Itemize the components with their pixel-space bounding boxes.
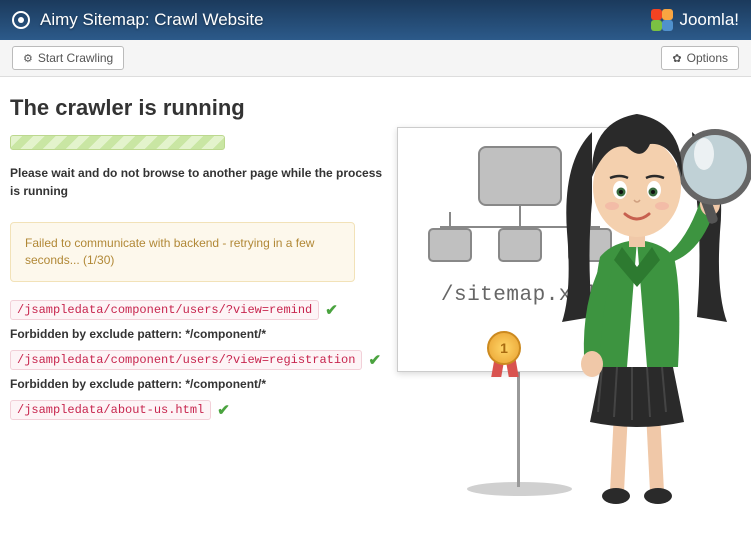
check-icon: ✔	[217, 401, 230, 419]
sitemap-icon: ⚙	[23, 52, 33, 65]
forbidden-prefix: Forbidden by exclude pattern:	[10, 377, 185, 391]
medal-rank: 1	[500, 340, 508, 356]
toolbar: ⚙ Start Crawling ✿ Options	[0, 40, 751, 77]
start-crawling-label: Start Crawling	[38, 51, 113, 65]
options-button[interactable]: ✿ Options	[661, 46, 739, 70]
gear-icon: ✿	[672, 52, 681, 65]
page-title: Aimy Sitemap: Crawl Website	[40, 10, 264, 30]
start-crawling-button[interactable]: ⚙ Start Crawling	[12, 46, 124, 70]
character-illustration	[532, 92, 751, 512]
joomla-logo: Joomla!	[651, 9, 739, 31]
alert-text: Failed to communicate with backend - ret…	[25, 236, 314, 267]
url-box: /jsampledata/component/users/?view=regis…	[10, 350, 362, 370]
forbidden-prefix: Forbidden by exclude pattern:	[10, 327, 185, 341]
url-box: /jsampledata/about-us.html	[10, 400, 211, 420]
check-icon: ✔	[368, 351, 381, 369]
check-icon: ✔	[325, 301, 338, 319]
header-left: Aimy Sitemap: Crawl Website	[12, 10, 264, 30]
target-icon	[12, 11, 30, 29]
brand-text: Joomla!	[679, 10, 739, 30]
whiteboard-stand-pole	[517, 372, 520, 487]
content-area: The crawler is running Please wait and d…	[0, 77, 751, 430]
alert-warning: Failed to communicate with backend - ret…	[10, 222, 355, 282]
app-header: Aimy Sitemap: Crawl Website Joomla!	[0, 0, 751, 40]
forbidden-pattern: */component/*	[185, 377, 266, 391]
wait-text: Please wait and do not browse to another…	[10, 164, 390, 200]
forbidden-pattern: */component/*	[185, 327, 266, 341]
options-label: Options	[687, 51, 728, 65]
diagram-sub-node	[428, 228, 472, 262]
progress-bar	[10, 135, 225, 150]
joomla-symbol-icon	[651, 9, 673, 31]
illustration: /sitemap.xml 1	[387, 87, 747, 507]
url-box: /jsampledata/component/users/?view=remin…	[10, 300, 319, 320]
medal-icon: 1	[487, 331, 525, 369]
